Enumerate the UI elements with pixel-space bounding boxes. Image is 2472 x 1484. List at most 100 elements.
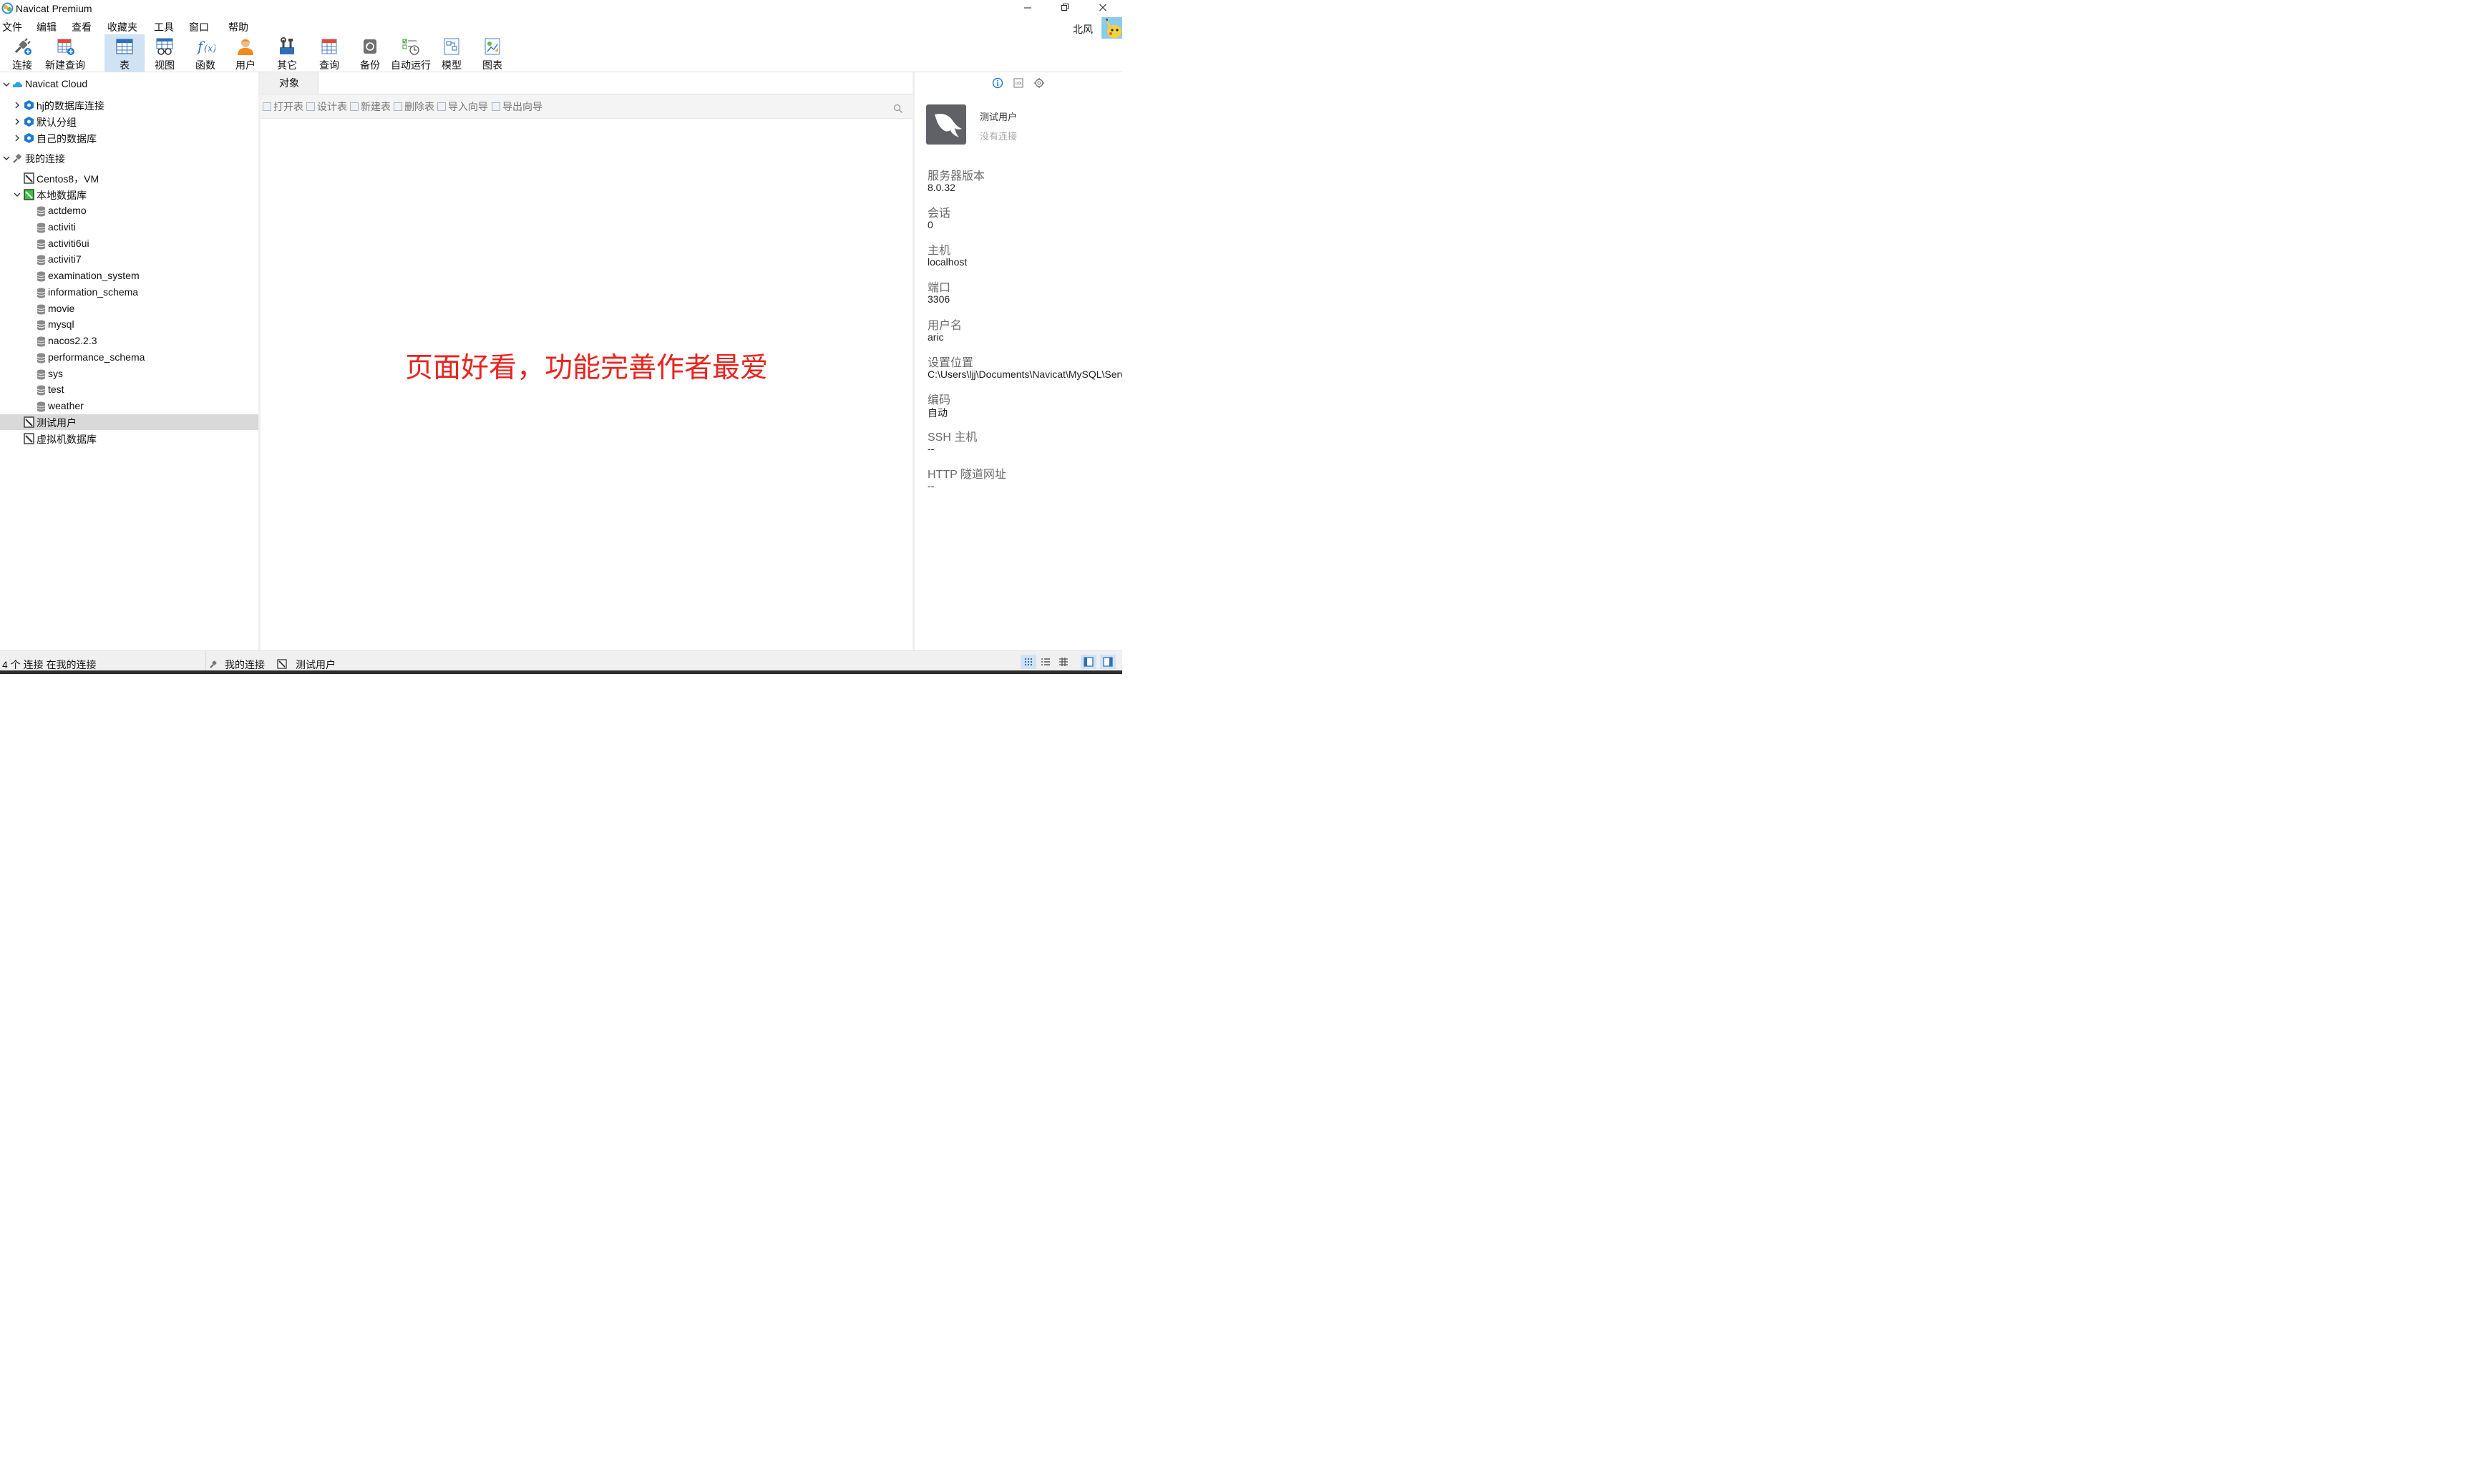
info-icon[interactable] [992,77,1003,89]
connection-status: 没有连接 [980,131,1018,142]
tree-label: sys [48,367,63,379]
function-label: 函数 [195,59,215,71]
toggle-left-pane-button[interactable] [1081,655,1096,669]
view-button[interactable]: 视图 [147,34,183,72]
chevron-right-icon[interactable] [13,101,21,109]
menu-favorites[interactable]: 收藏夹 [107,20,137,34]
tree-label: activiti [48,220,76,233]
backup-button[interactable]: 备份 [354,34,386,72]
tree-node-database[interactable]: test [0,382,258,398]
import-wizard-button[interactable]: 导入向导 [437,99,488,114]
delete-table-icon [394,102,402,111]
user-icon [238,39,253,55]
tree-node-database[interactable]: movie [0,301,258,317]
other-button[interactable]: 其它 [271,34,303,72]
tree-label: test [48,384,64,396]
menu-help[interactable]: 帮助 [228,20,248,34]
restore-button[interactable] [1056,2,1074,15]
tree-node-database[interactable]: actdemo [0,203,258,219]
tree-node-database[interactable]: nacos2.2.3 [0,333,258,349]
menu-tools[interactable]: 工具 [154,20,174,34]
tree-node-database[interactable]: information_schema [0,285,258,301]
ddl-icon[interactable]: DDL [1013,77,1024,89]
detail-view-button[interactable] [1056,655,1071,669]
open-table-button[interactable]: 打开表 [263,99,303,114]
tree-label: movie [48,302,75,314]
new-query-button[interactable]: 新建查询 [44,34,86,72]
tree-node-database[interactable]: performance_schema [0,350,258,366]
tree-node-database[interactable]: activiti6ui [0,236,258,252]
chevron-right-icon[interactable] [13,134,21,142]
tree-label: 自己的数据库 [37,133,97,145]
table-button[interactable]: 表 [104,34,145,72]
close-button[interactable] [1094,2,1111,15]
automation-button[interactable]: 自动运行 [389,34,432,72]
tree-node-connection[interactable]: Centos8，VM [0,170,258,186]
settings-gear-icon[interactable] [1033,77,1045,89]
tree-node-my-connections[interactable]: 我的连接 [0,150,258,166]
model-button[interactable]: 模型 [436,34,467,72]
tree-node-database[interactable]: weather [0,399,258,414]
delete-table-button[interactable]: 删除表 [394,99,434,114]
new-table-button[interactable]: 新建表 [350,99,391,114]
list-view-button[interactable] [1038,655,1053,669]
user-button[interactable]: 用户 [228,34,263,72]
menu-edit[interactable]: 编辑 [37,20,57,34]
export-wizard-button[interactable]: 导出向导 [492,99,542,114]
tree-node-project[interactable]: hj的数据库连接 [0,97,258,113]
minimize-button[interactable] [1019,2,1036,15]
navicat-logo-icon [1,2,14,14]
tree-node-database[interactable]: mysql [0,317,258,333]
database-icon [37,401,46,412]
query-label: 查询 [319,59,339,71]
model-icon [444,38,459,55]
tree-label: mysql [48,318,74,331]
automation-icon [402,39,419,55]
close-icon [1099,4,1106,11]
tab-objects[interactable]: 对象 [261,72,318,94]
list-view-icon [1041,658,1050,665]
design-table-button[interactable]: 设计表 [306,99,347,114]
tree-node-connection-local[interactable]: 本地数据库 [0,187,258,202]
database-icon [37,271,46,282]
chevron-down-icon[interactable] [2,154,11,162]
chevron-down-icon[interactable] [2,80,11,89]
session-value: 0 [928,219,933,230]
database-icon [37,255,46,265]
connect-button[interactable]: 连接 [6,34,39,72]
mysql-connection-icon [24,433,34,444]
query-button[interactable]: 查询 [313,34,346,72]
settings-location-label: 设置位置 [928,357,974,369]
database-icon [37,336,46,347]
tree-node-database[interactable]: activiti [0,220,258,235]
ssh-host-label: SSH 主机 [928,431,978,444]
tree-node-connection-selected[interactable]: 测试用户 [0,414,258,430]
import-icon [437,102,446,111]
server-version-value: 8.0.32 [928,182,955,193]
menu-view[interactable]: 查看 [72,20,92,34]
menu-file[interactable]: 文件 [2,20,22,34]
tree-node-connection[interactable]: 虚拟机数据库 [0,431,258,446]
database-icon [37,288,46,298]
tree-node-project[interactable]: 自己的数据库 [0,130,258,146]
http-tunnel-label: HTTP 隧道网址 [928,469,1006,481]
chevron-down-icon[interactable] [13,190,21,199]
open-table-icon [263,102,271,111]
search-icon[interactable] [893,104,903,114]
tree-node-navicat-cloud[interactable]: Navicat Cloud [0,77,258,92]
function-button[interactable]: f (x) 函数 [188,34,223,72]
toggle-right-pane-button[interactable] [1100,655,1116,669]
tree-node-project[interactable]: 默认分组 [0,114,258,130]
tree-node-database[interactable]: examination_system [0,268,258,284]
settings-location-value: C:\Users\ljj\Documents\Navicat\MySQL\Ser… [928,368,1122,380]
grid-view-button[interactable] [1021,655,1036,669]
chevron-right-icon[interactable] [13,117,21,126]
username-value: aric [928,331,944,343]
tree-node-database[interactable]: sys [0,366,258,382]
menu-window[interactable]: 窗口 [189,20,209,34]
database-icon [37,223,46,233]
title-bar: Navicat Premium [0,0,1122,18]
chart-button[interactable]: 图表 [477,34,508,72]
right-pane-icon [1103,657,1113,667]
tree-node-database[interactable]: activiti7 [0,252,258,268]
